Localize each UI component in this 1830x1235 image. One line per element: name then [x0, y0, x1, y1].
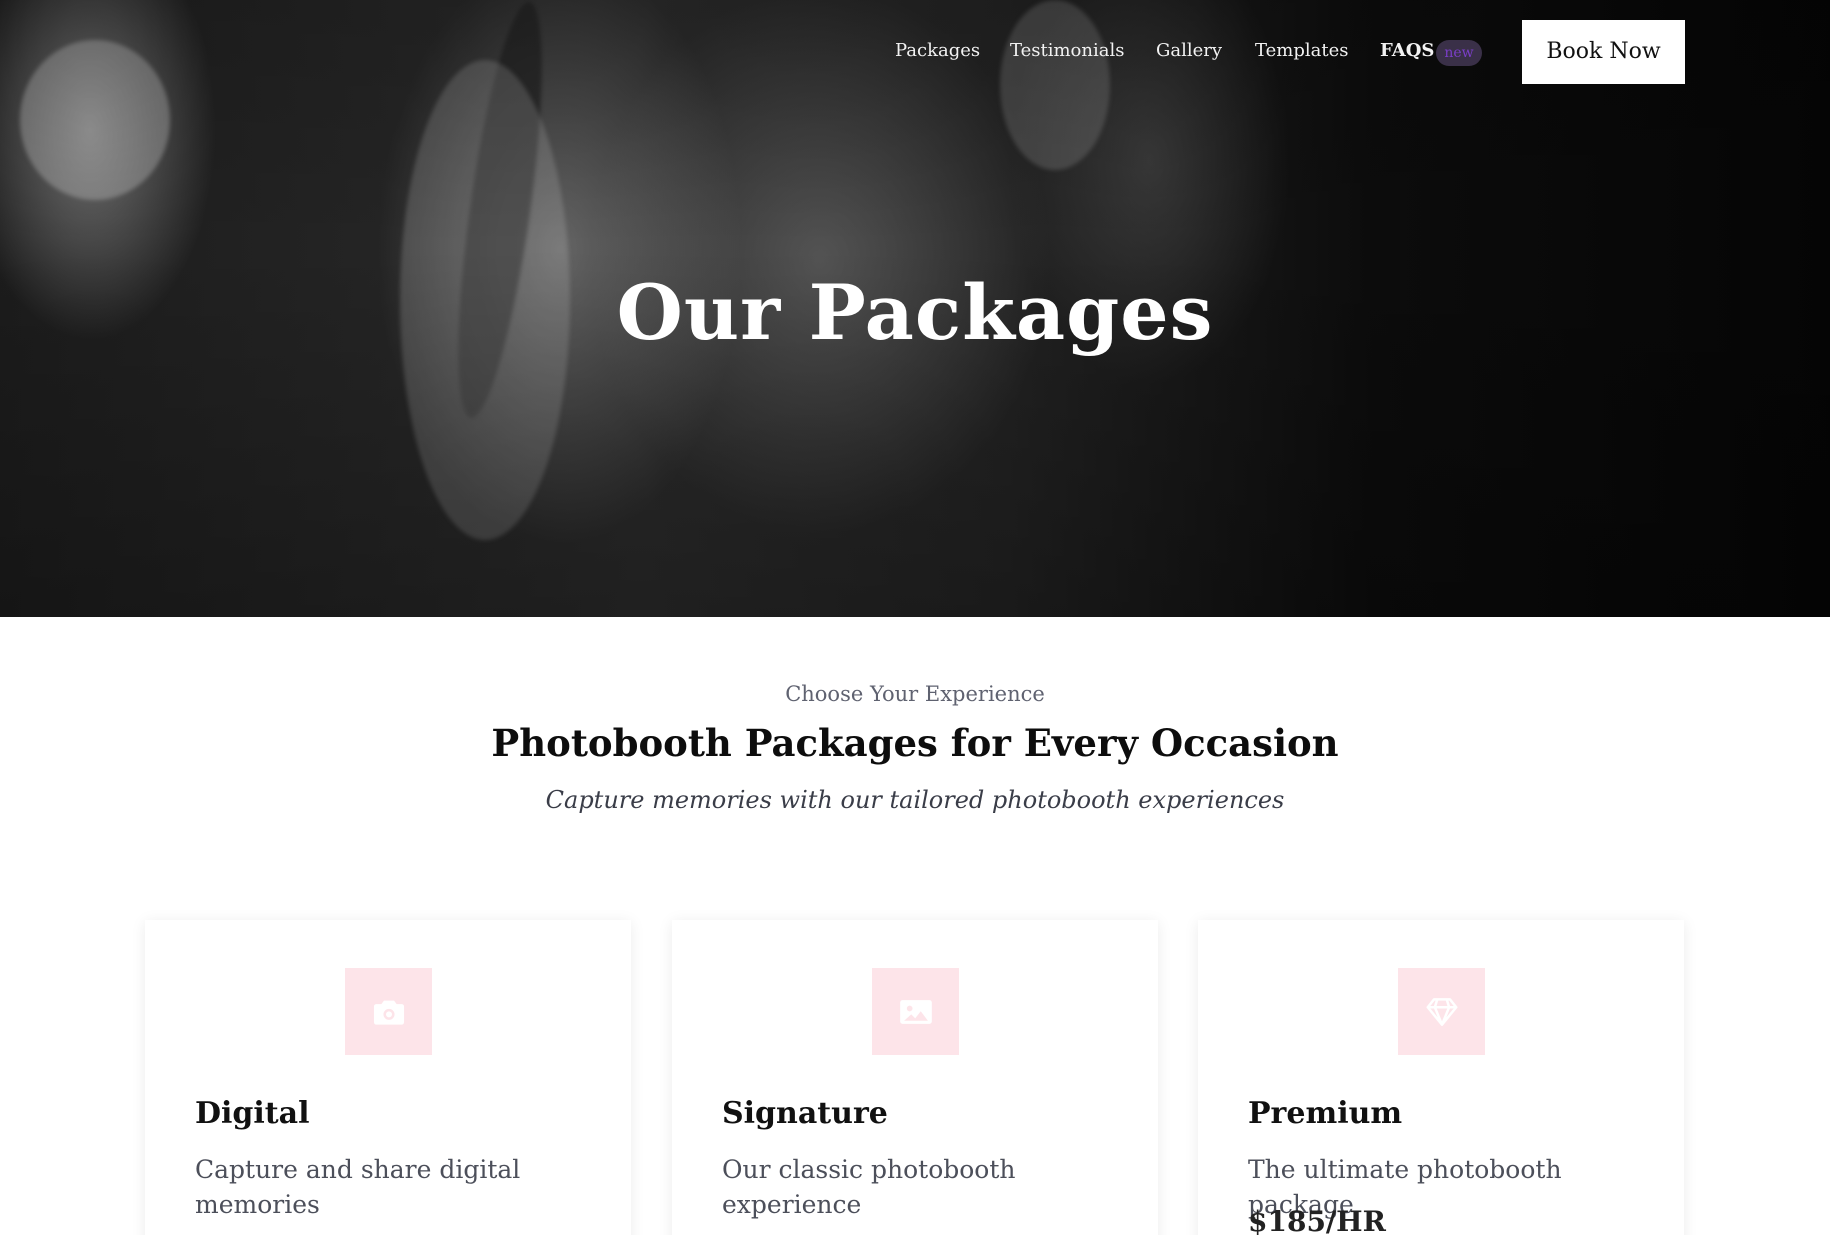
nav-gallery[interactable]: Gallery: [1156, 40, 1222, 61]
nav-templates[interactable]: Templates: [1255, 40, 1348, 61]
package-description: Our classic photobooth experience: [722, 1155, 1016, 1219]
package-card-signature[interactable]: Signature Our classic photobooth experie…: [672, 920, 1158, 1235]
package-name: Signature: [722, 1096, 888, 1131]
top-nav: Packages Testimonials Gallery Templates …: [0, 0, 1830, 105]
package-price: $185/HR: [1248, 1205, 1386, 1235]
package-card-premium[interactable]: Premium The ultimate photobooth package …: [1198, 920, 1684, 1235]
book-now-button[interactable]: Book Now: [1522, 20, 1685, 84]
new-badge: new: [1436, 40, 1482, 66]
hero-banner: Packages Testimonials Gallery Templates …: [0, 0, 1830, 617]
camera-icon: [345, 968, 432, 1055]
section-title: Photobooth Packages for Every Occasion: [491, 721, 1339, 765]
diamond-icon: [1398, 968, 1485, 1055]
section-eyebrow: Choose Your Experience: [785, 682, 1045, 706]
nav-packages[interactable]: Packages: [895, 40, 980, 61]
package-name: Digital: [195, 1096, 310, 1131]
nav-testimonials[interactable]: Testimonials: [1010, 40, 1124, 61]
hero-title: Our Packages: [616, 268, 1214, 357]
section-subtitle: Capture memories with our tailored photo…: [545, 786, 1285, 814]
nav-faqs[interactable]: FAQS: [1380, 40, 1434, 61]
package-card-digital[interactable]: Digital Capture and share digital memori…: [145, 920, 631, 1235]
package-name: Premium: [1248, 1096, 1403, 1131]
image-icon: [872, 968, 959, 1055]
package-description: Capture and share digital memories: [195, 1155, 521, 1219]
